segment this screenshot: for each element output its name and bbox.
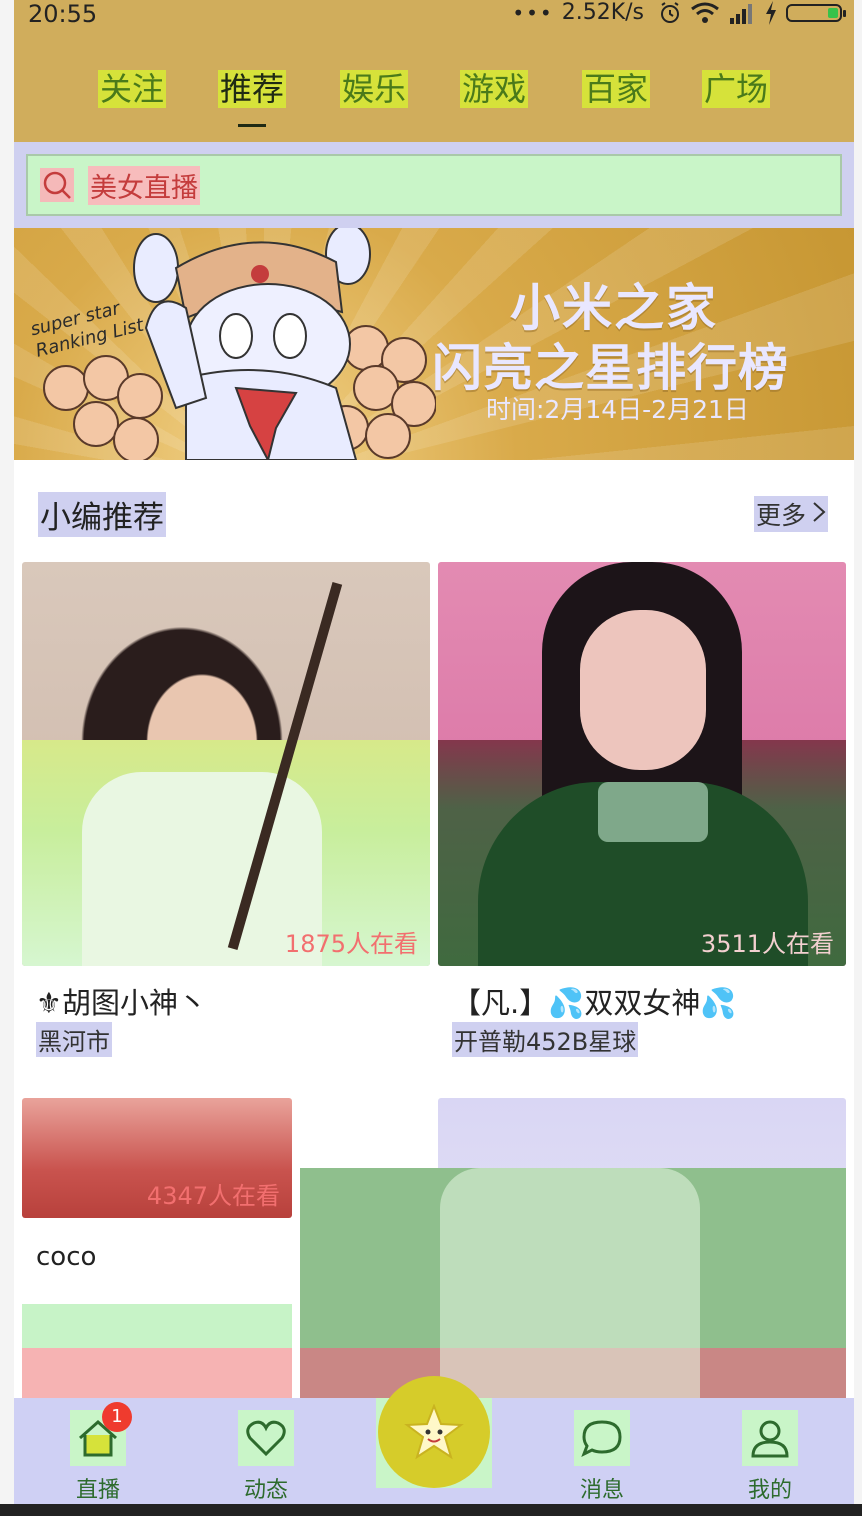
chevron-right-icon [812, 500, 826, 529]
stream-card[interactable]: 4347人在看 coco [22, 1098, 292, 1298]
tab-square[interactable]: 广场 [702, 66, 771, 112]
nav-feed[interactable]: 动态 [226, 1410, 306, 1504]
banner-date: 时间:2月14日-2月21日 [486, 395, 749, 424]
stream-card[interactable]: 1875人在看 ⚜胡图小神丶 黑河市 [22, 562, 430, 1072]
screen-right-edge [854, 0, 862, 1504]
viewer-count: 3511人在看 [700, 930, 834, 958]
nav-messages[interactable]: 消息 [562, 1410, 642, 1504]
nav-center-button[interactable] [376, 1376, 492, 1488]
editor-picks-header: 小编推荐 更多 [14, 460, 854, 560]
battery-icon [786, 3, 846, 22]
stream-thumbnail [22, 562, 430, 966]
notification-badge: 1 [102, 1402, 132, 1432]
status-bar: 20:55 ••• 2.52K/s [14, 0, 854, 30]
chat-icon [574, 1410, 630, 1466]
tab-entertainment[interactable]: 娱乐 [340, 66, 409, 112]
alarm-icon [658, 1, 682, 25]
nav-label: 我的 [747, 1478, 792, 1503]
tab-games[interactable]: 游戏 [460, 66, 529, 112]
screen-bottom-edge [0, 1504, 862, 1516]
search-icon [40, 168, 74, 202]
viewer-count: 1875人在看 [284, 930, 418, 958]
active-tab-indicator [238, 124, 266, 127]
more-label: 更多 [756, 501, 807, 530]
network-speed: 2.52K/s [561, 0, 644, 25]
promo-banner[interactable]: super star Ranking List 小米之家 闪亮之星排行榜 时间:… [14, 228, 854, 460]
tab-recommend[interactable]: 推荐 [218, 66, 287, 112]
search-input[interactable]: 美女直播 [26, 154, 842, 216]
category-tabs: 关注 推荐 娱乐 游戏 百家 广场 [14, 66, 854, 116]
user-icon [742, 1410, 798, 1466]
star-icon [378, 1376, 490, 1488]
nav-label: 直播 [75, 1478, 120, 1503]
tab-baijia[interactable]: 百家 [582, 66, 651, 112]
search-placeholder: 美女直播 [88, 165, 200, 205]
more-button[interactable]: 更多 [754, 496, 829, 532]
streamer-name: ⚜胡图小神丶 [36, 986, 207, 1020]
tab-follow[interactable]: 关注 [98, 66, 167, 112]
loading-overlay [300, 1168, 846, 1398]
viewer-count: 4347人在看 [146, 1182, 280, 1210]
stream-thumbnail [438, 562, 846, 966]
more-dots-icon: ••• [512, 0, 554, 25]
streamer-name: coco [36, 1242, 97, 1272]
top-header: 20:55 ••• 2.52K/s 关注 推荐 娱乐 游戏 百家 广场 [14, 0, 854, 142]
search-bar-container: 美女直播 [14, 142, 854, 228]
app-screen: 20:55 ••• 2.52K/s 关注 推荐 娱乐 游戏 百家 广场 美女直播… [14, 0, 854, 1504]
status-icons: ••• 2.52K/s [512, 0, 846, 25]
bottom-nav: 1 直播 动态 消息 我的 [14, 1376, 854, 1504]
streamer-location: 开普勒452B星球 [452, 1022, 639, 1057]
wifi-icon [690, 2, 720, 24]
streamer-location: 黑河市 [36, 1022, 112, 1057]
nav-label: 消息 [579, 1478, 624, 1503]
charging-icon [764, 0, 778, 25]
screen-left-edge [0, 0, 14, 1504]
signal-icon [728, 2, 756, 24]
nav-label: 动态 [243, 1478, 288, 1503]
nav-live[interactable]: 1 直播 [58, 1402, 138, 1504]
home-icon: 1 [70, 1402, 132, 1466]
stream-thumbnail-partial[interactable] [22, 1304, 292, 1398]
heart-icon [238, 1410, 294, 1466]
section-title: 小编推荐 [38, 492, 166, 537]
streamer-name: 【凡.】💦双双女神💦 [452, 986, 737, 1020]
stream-card[interactable]: 3511人在看 【凡.】💦双双女神💦 开普勒452B星球 [438, 562, 846, 1072]
status-time: 20:55 [28, 0, 98, 28]
nav-profile[interactable]: 我的 [730, 1410, 810, 1504]
